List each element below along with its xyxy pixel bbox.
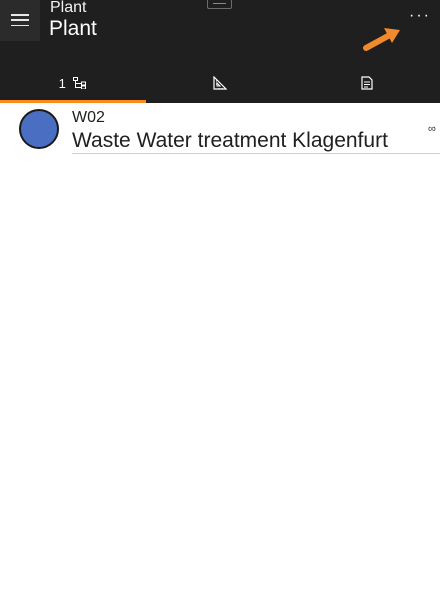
- hierarchy-icon: [73, 77, 87, 90]
- drag-handle-icon[interactable]: [207, 0, 232, 9]
- more-options-button[interactable]: ···: [405, 4, 435, 28]
- tab-measurements[interactable]: [147, 70, 293, 103]
- document-list-icon: [361, 76, 373, 90]
- tab-count: 1: [58, 76, 66, 91]
- ruler-triangle-icon: [213, 75, 228, 90]
- avatar: [19, 109, 59, 149]
- tab-hierarchy[interactable]: 1: [0, 70, 146, 103]
- app-header: Plant Plant ··· 1: [0, 0, 440, 103]
- page-title: Plant: [49, 17, 97, 40]
- divider: [72, 153, 440, 154]
- item-code: W02: [72, 109, 105, 126]
- hamburger-menu-button[interactable]: [0, 0, 40, 41]
- orange-arrow-icon: [363, 28, 400, 51]
- tab-bar: 1: [0, 70, 440, 103]
- hamburger-menu-icon: [11, 14, 29, 27]
- tab-documents[interactable]: [294, 70, 440, 103]
- link-icon: ∞: [428, 123, 436, 135]
- list-item[interactable]: W02 Waste Water treatment Klagenfurt ∞: [0, 103, 440, 155]
- item-name: Waste Water treatment Klagenfurt: [72, 129, 388, 152]
